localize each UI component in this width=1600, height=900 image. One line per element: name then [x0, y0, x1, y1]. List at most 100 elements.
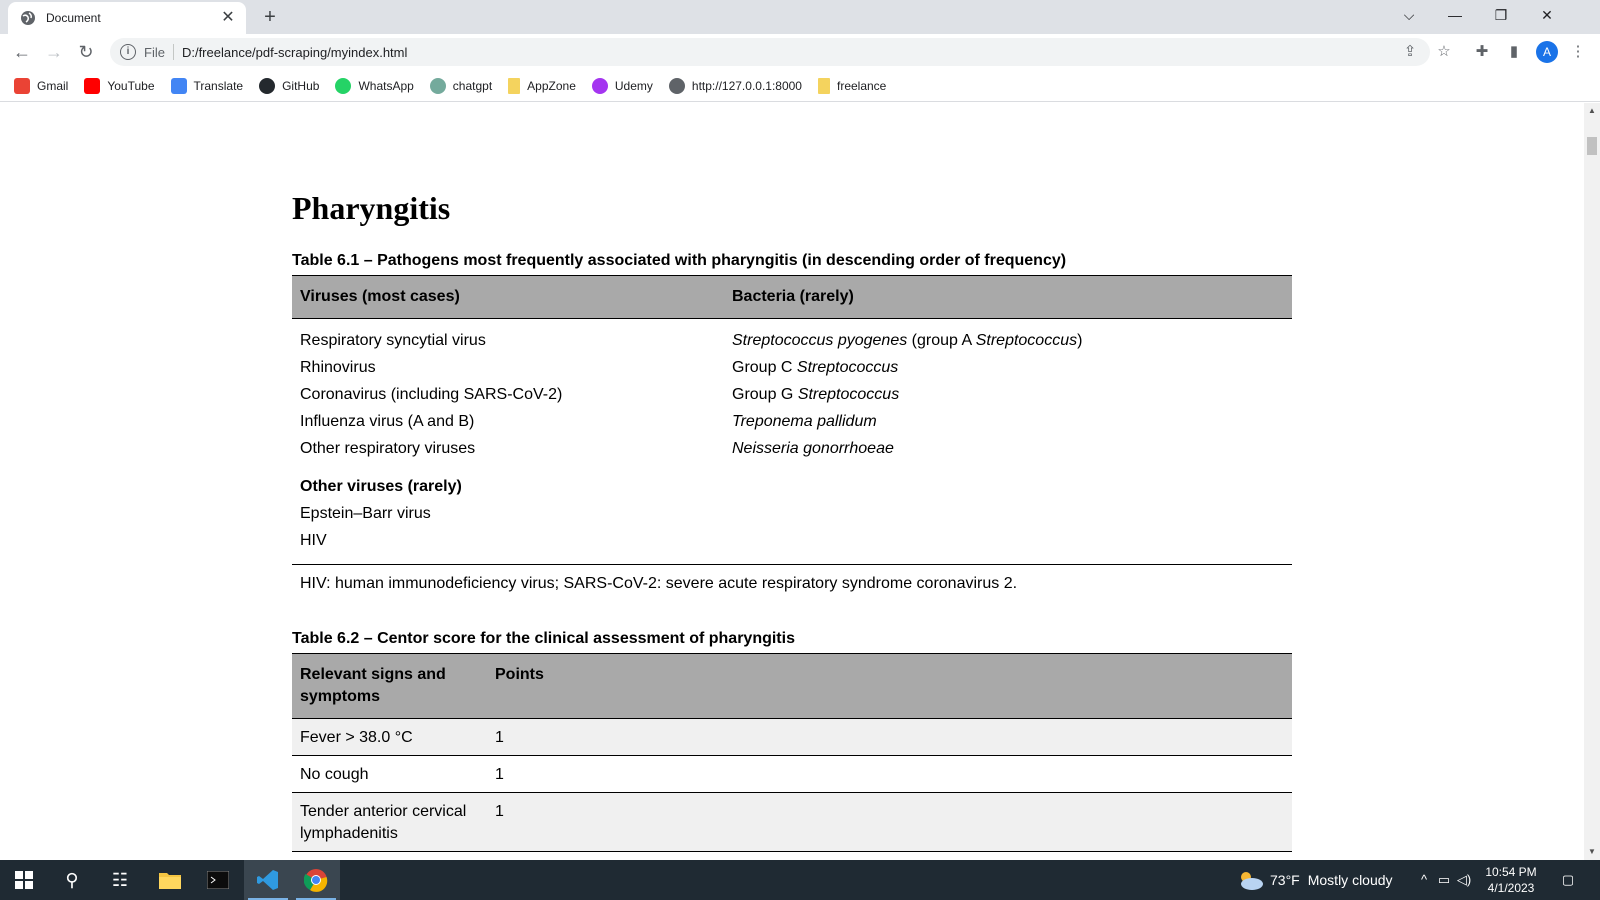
bookmark-item[interactable]: GitHub	[259, 77, 320, 94]
sign-cell: No cough	[292, 755, 487, 793]
extensions-puzzle-icon[interactable]: ✚	[1470, 40, 1494, 64]
virus-cell: Other respiratory viruses	[300, 440, 476, 457]
other-viruses-subheading: Other viruses (rarely)	[300, 478, 462, 495]
task-view-icon[interactable]: ☷	[96, 860, 144, 900]
bookmark-item[interactable]: AppZone	[508, 77, 576, 94]
reload-icon[interactable]: ↻	[72, 38, 100, 66]
browser-toolbar: ← → ↻ i File D:/freelance/pdf-scraping/m…	[0, 34, 1600, 70]
bookmark-label: freelance	[836, 78, 887, 93]
tab-document[interactable]: Document ✕	[8, 2, 246, 34]
table-row: Fever > 38.0 °C 1	[292, 718, 1292, 756]
notification-icon[interactable]: ▢	[1558, 870, 1578, 890]
document-body: Pharyngitis Table 6.1 – Pathogens most f…	[292, 103, 1292, 852]
virus-cell: HIV	[300, 532, 327, 549]
bacteria-cell: Streptococcus pyogenes (group A Streptoc…	[732, 332, 1083, 349]
table1-footnote: HIV: human immunodeficiency virus; SARS-…	[292, 564, 1292, 595]
translate-icon	[170, 77, 187, 94]
globe-icon	[668, 77, 685, 94]
udemy-icon	[591, 77, 608, 94]
points-cell: 1	[487, 718, 1292, 756]
table2-caption: Table 6.2 – Centor score for the clinica…	[292, 630, 795, 647]
pathogens-table: Viruses (most cases) Bacteria (rarely) R…	[292, 275, 1292, 595]
table-row: Rhinovirus Group C Streptococcus	[292, 354, 1292, 381]
tab-search-chevron-icon[interactable]: ⌵	[1386, 0, 1432, 30]
divider	[172, 44, 174, 60]
weather-description: Mostly cloudy	[1307, 872, 1393, 888]
bookmark-item[interactable]: Udemy	[591, 77, 653, 94]
bookmark-label: Translate	[193, 78, 244, 93]
bookmark-label: chatgpt	[452, 78, 493, 93]
forward-arrow-icon[interactable]: →	[40, 38, 68, 66]
windows-start-icon[interactable]	[0, 860, 48, 900]
table-footnote-row: HIV: human immunodeficiency virus; SARS-…	[292, 564, 1292, 595]
table-row: Influenza virus (A and B) Treponema pall…	[292, 408, 1292, 435]
chrome-icon[interactable]	[292, 860, 340, 900]
vertical-scrollbar[interactable]: ▲ ▼	[1584, 103, 1600, 860]
address-bar[interactable]: i File D:/freelance/pdf-scraping/myindex…	[110, 38, 1430, 66]
table1-caption: Table 6.1 – Pathogens most frequently as…	[292, 252, 1067, 269]
file-explorer-icon[interactable]	[146, 860, 194, 900]
folder-icon	[817, 77, 830, 94]
bookmark-item[interactable]: Gmail	[14, 77, 68, 94]
speaker-icon[interactable]: ◁)	[1454, 870, 1474, 890]
table2-header-points: Points	[487, 653, 1292, 719]
github-icon	[259, 77, 276, 94]
network-icon[interactable]: ▭	[1434, 870, 1454, 890]
bookmark-item[interactable]: freelance	[817, 77, 887, 94]
weather-widget[interactable]: 73°F Mostly cloudy	[1236, 860, 1393, 900]
windows-taskbar: ⚲ ☷ 73°F Mostly cloudy ^ ▭ ◁) 10:54 PM 4…	[0, 860, 1600, 900]
side-panel-icon[interactable]: ▮	[1502, 40, 1526, 64]
menu-kebab-icon[interactable]: ⋮	[1566, 40, 1590, 64]
restore-button[interactable]: ❐	[1478, 0, 1524, 30]
points-cell: 1	[487, 755, 1292, 793]
scroll-thumb[interactable]	[1587, 137, 1597, 155]
bacteria-cell: Neisseria gonorrhoeae	[732, 440, 894, 457]
centor-score-table: Relevant signs and symptoms Points Fever…	[292, 653, 1292, 852]
search-icon[interactable]: ⚲	[48, 860, 96, 900]
table2-header-signs: Relevant signs and symptoms	[292, 653, 487, 719]
scroll-up-arrow-icon[interactable]: ▲	[1584, 103, 1600, 119]
bookmark-label: AppZone	[527, 78, 576, 93]
back-arrow-icon[interactable]: ←	[8, 38, 36, 66]
bookmark-item[interactable]: chatgpt	[429, 77, 493, 94]
virus-cell: Epstein–Barr virus	[300, 505, 431, 522]
bookmark-label: YouTube	[107, 78, 155, 93]
globe-icon	[21, 11, 35, 25]
table-row: Other respiratory viruses Neisseria gono…	[292, 435, 1292, 462]
bacteria-cell: Group C Streptococcus	[732, 359, 899, 376]
youtube-icon	[84, 77, 101, 94]
sign-cell: Fever > 38.0 °C	[292, 718, 487, 756]
vscode-icon[interactable]	[244, 860, 292, 900]
terminal-icon[interactable]	[194, 860, 242, 900]
bacteria-cell: Group G Streptococcus	[732, 386, 900, 403]
chevron-up-icon[interactable]: ^	[1414, 870, 1434, 890]
bookmark-label: GitHub	[282, 78, 320, 93]
table-row: Other viruses (rarely)	[292, 462, 1292, 500]
bookmark-star-icon[interactable]: ☆	[1432, 40, 1456, 64]
clock-date: 4/1/2023	[1487, 881, 1535, 895]
bookmark-item[interactable]: WhatsApp	[335, 77, 414, 94]
bookmark-item[interactable]: http://127.0.0.1:8000	[668, 77, 802, 94]
scroll-down-arrow-icon[interactable]: ▼	[1584, 844, 1600, 860]
share-icon[interactable]: ⇪	[1398, 40, 1422, 64]
close-tab-icon[interactable]: ✕	[220, 10, 236, 26]
url-text[interactable]: D:/freelance/pdf-scraping/myindex.html	[182, 45, 407, 60]
system-clock[interactable]: 10:54 PM 4/1/2023	[1480, 864, 1542, 896]
folder-icon	[508, 77, 521, 94]
minimize-button[interactable]: ―	[1432, 0, 1478, 30]
bookmark-item[interactable]: YouTube	[84, 77, 155, 94]
sign-cell: Tender anterior cervical lymphadenitis	[292, 792, 487, 852]
profile-avatar[interactable]: A	[1536, 41, 1558, 63]
table-row: HIV	[292, 527, 1292, 565]
table-row: Tender anterior cervical lymphadenitis 1	[292, 792, 1292, 852]
info-icon[interactable]: i	[120, 44, 136, 60]
table1-header-viruses: Viruses (most cases)	[292, 275, 724, 319]
bookmark-item[interactable]: Translate	[170, 77, 244, 94]
bacteria-cell: Treponema pallidum	[732, 413, 877, 430]
page-title: Pharyngitis	[292, 190, 451, 226]
chatgpt-icon	[429, 77, 446, 94]
close-window-button[interactable]: ✕	[1524, 0, 1570, 30]
virus-cell: Rhinovirus	[300, 359, 376, 376]
new-tab-button[interactable]: +	[258, 6, 282, 30]
table-row: No cough 1	[292, 755, 1292, 793]
